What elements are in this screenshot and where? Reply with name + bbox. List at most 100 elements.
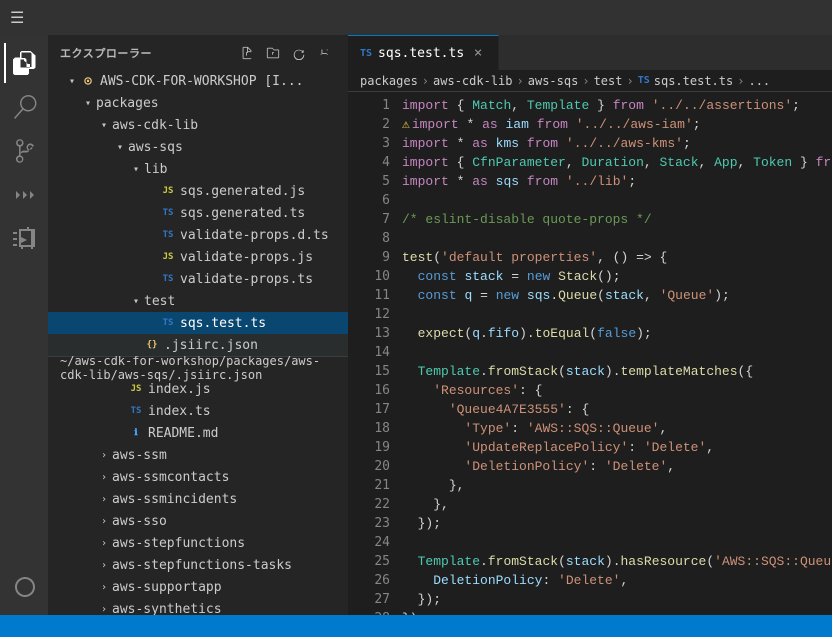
- code-line-6: [402, 191, 832, 210]
- code-line-8: [402, 229, 832, 248]
- code-line-25: Template.fromStack(stack).hasResource('A…: [402, 552, 832, 571]
- tree-item-aws-ssmincidents[interactable]: aws-ssmincidents: [48, 488, 348, 510]
- tree-item-aws-supportapp[interactable]: aws-supportapp: [48, 576, 348, 598]
- js-icon: JS: [160, 183, 176, 199]
- chevron-aws-sso: [96, 513, 112, 529]
- tree-item-jsiirc-json[interactable]: {} .jsiirc.json: [48, 334, 348, 356]
- code-line-1: import { Match, Template } from '../../a…: [402, 96, 832, 115]
- ts-icon: TS: [160, 205, 176, 221]
- label-index-js: index.js: [148, 382, 348, 397]
- breadcrumb-test[interactable]: test: [594, 74, 623, 88]
- label-sqs-generated-js: sqs.generated.js: [180, 184, 348, 199]
- tree-item-readme-md[interactable]: ℹ README.md: [48, 422, 348, 444]
- tree-item-sqs-generated-js[interactable]: JS sqs.generated.js: [48, 180, 348, 202]
- run-activity-icon[interactable]: [4, 175, 44, 215]
- breadcrumb-sep3: ›: [582, 74, 589, 88]
- chevron-aws-ssmincidents: [96, 491, 112, 507]
- code-line-4: import { CfnParameter, Duration, Stack, …: [402, 153, 832, 172]
- code-line-22: },: [402, 495, 832, 514]
- code-line-23: });: [402, 514, 832, 533]
- code-content[interactable]: import { Match, Template } from '../../a…: [398, 92, 832, 615]
- js-icon2: JS: [160, 249, 176, 265]
- json-icon: {}: [144, 337, 160, 353]
- tooltip-bar: ~/aws-cdk-for-workshop/packages/aws-cdk-…: [48, 356, 348, 378]
- label-validate-props-ts: validate-props.ts: [180, 272, 348, 287]
- breadcrumb-aws-cdk-lib[interactable]: aws-cdk-lib: [433, 74, 512, 88]
- line-numbers: 12345 678910 1112131415 1617181920 21222…: [348, 92, 398, 615]
- chevron-aws-stepfunctions: [96, 535, 112, 551]
- chevron-aws-supportapp: [96, 579, 112, 595]
- tab-sqs-test-ts[interactable]: TS sqs.test.ts ×: [348, 35, 499, 70]
- code-line-16: 'Resources': {: [402, 381, 832, 400]
- label-packages: packages: [96, 96, 348, 111]
- code-line-14: [402, 343, 832, 362]
- code-line-19: 'UpdateReplacePolicy': 'Delete',: [402, 438, 832, 457]
- tree-item-aws-ssmcontacts[interactable]: aws-ssmcontacts: [48, 466, 348, 488]
- tree-item-test[interactable]: test: [48, 290, 348, 312]
- breadcrumb-ts-icon: TS: [638, 75, 650, 86]
- md-icon: ℹ: [128, 425, 144, 441]
- label-readme-md: README.md: [148, 426, 348, 441]
- tree-item-sqs-test-ts[interactable]: TS sqs.test.ts: [48, 312, 348, 334]
- breadcrumb-sep5: ›: [737, 74, 744, 88]
- label-aws-sqs: aws-sqs: [128, 140, 348, 155]
- tree-item-aws-ssm[interactable]: aws-ssm: [48, 444, 348, 466]
- source-control-activity-icon[interactable]: [4, 131, 44, 171]
- tree-item-root[interactable]: ⊙ AWS-CDK-FOR-WORKSHOP [I...: [48, 70, 348, 92]
- tree-item-sqs-generated-ts[interactable]: TS sqs.generated.ts: [48, 202, 348, 224]
- tree-item-validate-props-ts[interactable]: TS validate-props.ts: [48, 268, 348, 290]
- search-activity-icon[interactable]: [4, 87, 44, 127]
- code-editor: 12345 678910 1112131415 1617181920 21222…: [348, 92, 832, 615]
- label-aws-stepfunctions: aws-stepfunctions: [112, 536, 348, 551]
- ts-icon5: TS: [128, 403, 144, 419]
- js-icon3: JS: [128, 381, 144, 397]
- code-line-18: 'Type': 'AWS::SQS::Queue',: [402, 419, 832, 438]
- tree-item-aws-sso[interactable]: aws-sso: [48, 510, 348, 532]
- tree-item-packages[interactable]: packages: [48, 92, 348, 114]
- breadcrumb-aws-sqs[interactable]: aws-sqs: [528, 74, 579, 88]
- code-line-26: DeletionPolicy: 'Delete',: [402, 571, 832, 590]
- ts-icon4: TS: [160, 315, 176, 331]
- label-index-ts: index.ts: [148, 404, 348, 419]
- chevron-aws-synthetics: [96, 601, 112, 615]
- label-jsiirc-json: .jsiirc.json: [164, 338, 348, 353]
- tree-item-index-ts[interactable]: TS index.ts: [48, 400, 348, 422]
- activity-bar: [0, 35, 48, 615]
- tab-filename: sqs.test.ts: [378, 46, 464, 61]
- label-validate-props-d-ts: validate-props.d.ts: [180, 228, 348, 243]
- breadcrumb-ellipsis[interactable]: ...: [748, 74, 770, 88]
- label-root: AWS-CDK-FOR-WORKSHOP [I...: [100, 74, 348, 89]
- folder-icon-root: ⊙: [80, 73, 96, 89]
- label-sqs-generated-ts: sqs.generated.ts: [180, 206, 348, 221]
- chevron-aws-sqs: [112, 139, 128, 155]
- chevron-test: [128, 293, 144, 309]
- remote-activity-icon[interactable]: [4, 567, 44, 607]
- label-aws-ssmincidents: aws-ssmincidents: [112, 492, 348, 507]
- explorer-activity-icon[interactable]: [4, 43, 44, 83]
- new-folder-button[interactable]: [262, 42, 284, 64]
- tree-item-aws-stepfunctions-tasks[interactable]: aws-stepfunctions-tasks: [48, 554, 348, 576]
- tree-item-aws-cdk-lib[interactable]: aws-cdk-lib: [48, 114, 348, 136]
- breadcrumb-filename[interactable]: sqs.test.ts: [654, 74, 733, 88]
- extensions-activity-icon[interactable]: [4, 219, 44, 259]
- code-line-27: });: [402, 590, 832, 609]
- tree-item-index-js[interactable]: JS index.js: [48, 378, 348, 400]
- new-file-button[interactable]: [236, 42, 258, 64]
- title-bar: ☰: [0, 0, 832, 35]
- tree-item-validate-props-js[interactable]: JS validate-props.js: [48, 246, 348, 268]
- tree-item-aws-synthetics[interactable]: aws-synthetics: [48, 598, 348, 615]
- tree-item-aws-sqs[interactable]: aws-sqs: [48, 136, 348, 158]
- chevron-aws-ssm: [96, 447, 112, 463]
- label-aws-ssm: aws-ssm: [112, 448, 348, 463]
- tree-item-lib[interactable]: lib: [48, 158, 348, 180]
- refresh-button[interactable]: [288, 42, 310, 64]
- label-aws-sso: aws-sso: [112, 514, 348, 529]
- code-line-20: 'DeletionPolicy': 'Delete',: [402, 457, 832, 476]
- code-line-7: /* eslint-disable quote-props */: [402, 210, 832, 229]
- breadcrumb-packages[interactable]: packages: [360, 74, 418, 88]
- tree-item-aws-stepfunctions[interactable]: aws-stepfunctions: [48, 532, 348, 554]
- menu-icon[interactable]: ☰: [10, 8, 24, 27]
- tab-close-button[interactable]: ×: [470, 45, 486, 61]
- collapse-button[interactable]: [314, 42, 336, 64]
- tree-item-validate-props-d-ts[interactable]: TS validate-props.d.ts: [48, 224, 348, 246]
